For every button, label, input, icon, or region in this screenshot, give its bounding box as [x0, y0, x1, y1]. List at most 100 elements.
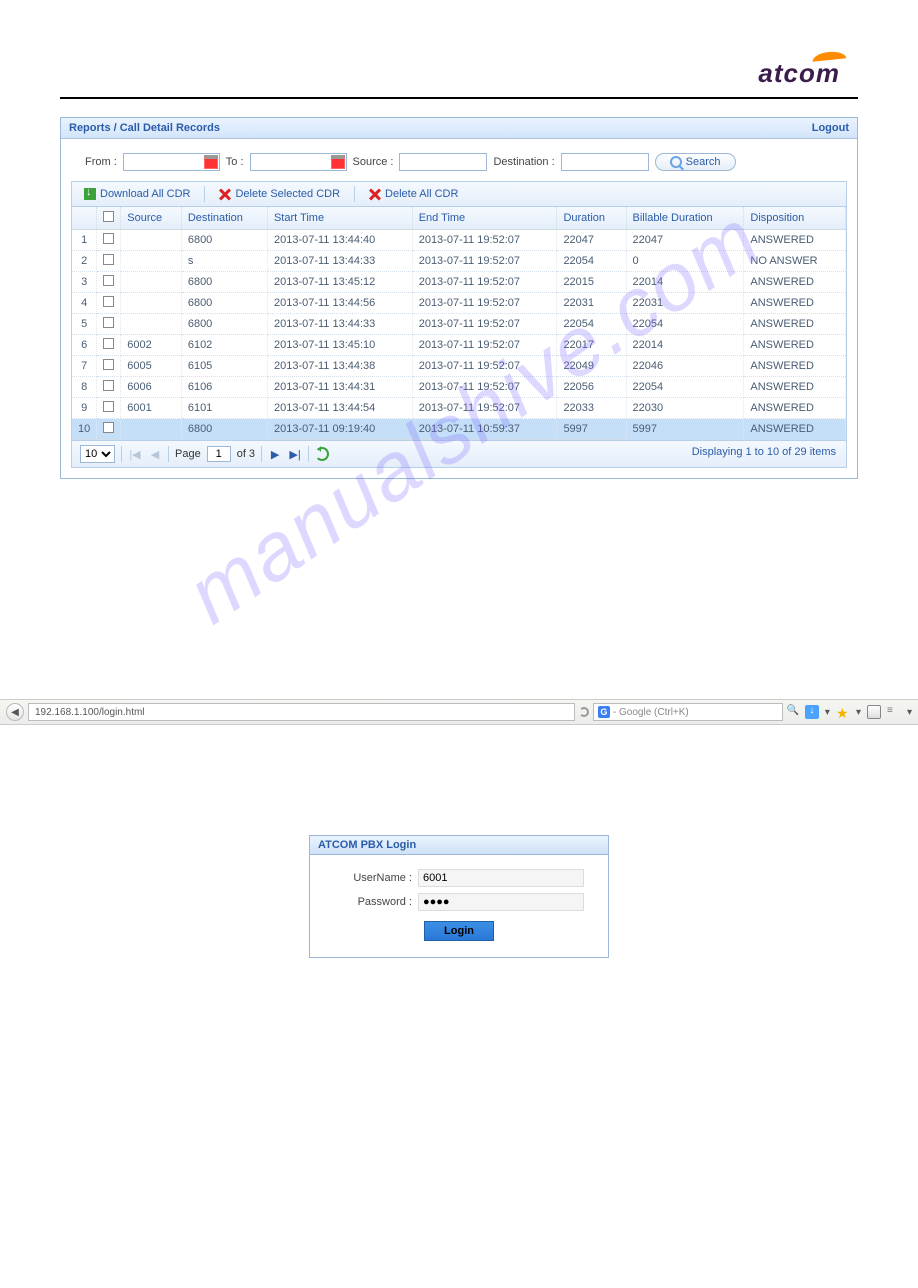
- browser-url-bar[interactable]: 192.168.1.100/login.html: [28, 703, 575, 721]
- table-row[interactable]: 168002013-07-11 13:44:402013-07-11 19:52…: [72, 230, 846, 251]
- delete-icon: [369, 188, 381, 200]
- cell-disposition: ANSWERED: [744, 272, 846, 293]
- row-checkbox[interactable]: [103, 317, 114, 328]
- login-panel: ATCOM PBX Login UserName : Password : Lo…: [309, 835, 609, 958]
- cell-duration: 5997: [557, 419, 626, 440]
- breadcrumb-root[interactable]: Reports: [69, 122, 111, 134]
- home-icon[interactable]: [867, 705, 881, 719]
- cdr-panel: Reports / Call Detail Records Logout Fro…: [60, 117, 858, 479]
- first-page-button[interactable]: |◀: [128, 447, 142, 461]
- table-row[interactable]: 9600161012013-07-11 13:44:542013-07-11 1…: [72, 398, 846, 419]
- row-checkbox[interactable]: [103, 380, 114, 391]
- row-checkbox-cell: [97, 314, 121, 335]
- row-index: 10: [72, 419, 97, 440]
- row-index: 6: [72, 335, 97, 356]
- bookmark-icon[interactable]: ★: [836, 705, 850, 719]
- prev-page-button[interactable]: ◀: [148, 447, 162, 461]
- col-start-time[interactable]: Start Time: [267, 207, 412, 230]
- row-checkbox-cell: [97, 293, 121, 314]
- row-index: 2: [72, 251, 97, 272]
- page-size-select[interactable]: 10: [80, 445, 115, 463]
- cell-end-time: 2013-07-11 19:52:07: [412, 335, 557, 356]
- row-index: 5: [72, 314, 97, 335]
- reload-icon[interactable]: [579, 707, 589, 717]
- search-button[interactable]: Search: [655, 153, 736, 171]
- table-row[interactable]: 568002013-07-11 13:44:332013-07-11 19:52…: [72, 314, 846, 335]
- row-checkbox[interactable]: [103, 338, 114, 349]
- col-billable-duration[interactable]: Billable Duration: [626, 207, 744, 230]
- search-button-label: Search: [686, 156, 721, 168]
- col-duration[interactable]: Duration: [557, 207, 626, 230]
- delete-all-button[interactable]: Delete All CDR: [365, 186, 462, 202]
- cell-destination: 6800: [181, 230, 267, 251]
- from-input[interactable]: [124, 154, 204, 170]
- row-checkbox[interactable]: [103, 275, 114, 286]
- cell-billable: 0: [626, 251, 744, 272]
- source-input[interactable]: [400, 154, 486, 170]
- row-checkbox[interactable]: [103, 359, 114, 370]
- row-index: 9: [72, 398, 97, 419]
- row-checkbox[interactable]: [103, 296, 114, 307]
- browser-right-icons: ↓ ▾ ★ ▾ ≡ ▾: [805, 705, 912, 719]
- username-input[interactable]: [418, 869, 584, 887]
- table-row[interactable]: 2s2013-07-11 13:44:332013-07-11 19:52:07…: [72, 251, 846, 272]
- table-row[interactable]: 368002013-07-11 13:45:122013-07-11 19:52…: [72, 272, 846, 293]
- pager-status-text: Displaying 1 to 10 of 29 items: [692, 446, 836, 458]
- header-row: Source Destination Start Time End Time D…: [72, 207, 846, 230]
- row-checkbox-cell: [97, 377, 121, 398]
- toolbar-separator: [204, 186, 205, 202]
- cell-disposition: ANSWERED: [744, 230, 846, 251]
- cell-source: 6001: [121, 398, 182, 419]
- refresh-icon[interactable]: [315, 447, 329, 461]
- downloads-icon[interactable]: ↓: [805, 705, 819, 719]
- row-checkbox-cell: [97, 356, 121, 377]
- last-page-button[interactable]: ▶|: [288, 447, 302, 461]
- google-icon: G: [598, 706, 610, 718]
- row-checkbox[interactable]: [103, 233, 114, 244]
- row-index: 8: [72, 377, 97, 398]
- col-end-time[interactable]: End Time: [412, 207, 557, 230]
- brand-swoosh: [812, 50, 847, 62]
- col-source[interactable]: Source: [121, 207, 182, 230]
- select-all-checkbox[interactable]: [103, 211, 114, 222]
- download-all-button[interactable]: Download All CDR: [80, 186, 194, 202]
- password-input[interactable]: [418, 893, 584, 911]
- cell-end-time: 2013-07-11 19:52:07: [412, 398, 557, 419]
- page-number-input[interactable]: [207, 446, 231, 462]
- menu-icon[interactable]: ≡: [887, 705, 901, 719]
- brand-text: atcom: [758, 58, 840, 88]
- login-area: ATCOM PBX Login UserName : Password : Lo…: [309, 835, 609, 958]
- to-input[interactable]: [251, 154, 331, 170]
- delete-selected-button[interactable]: Delete Selected CDR: [215, 186, 344, 202]
- cell-destination: 6800: [181, 272, 267, 293]
- cell-end-time: 2013-07-11 19:52:07: [412, 293, 557, 314]
- table-row[interactable]: 468002013-07-11 13:44:562013-07-11 19:52…: [72, 293, 846, 314]
- cell-start-time: 2013-07-11 13:44:38: [267, 356, 412, 377]
- row-checkbox-cell: [97, 398, 121, 419]
- col-destination[interactable]: Destination: [181, 207, 267, 230]
- row-checkbox[interactable]: [103, 254, 114, 265]
- table-row[interactable]: 1068002013-07-11 09:19:402013-07-11 10:5…: [72, 419, 846, 440]
- cell-duration: 22017: [557, 335, 626, 356]
- cell-start-time: 2013-07-11 13:44:54: [267, 398, 412, 419]
- calendar-icon[interactable]: [204, 155, 218, 169]
- username-row: UserName :: [334, 869, 584, 887]
- next-page-button[interactable]: ▶: [268, 447, 282, 461]
- cell-source: 6005: [121, 356, 182, 377]
- table-row[interactable]: 8600661062013-07-11 13:44:312013-07-11 1…: [72, 377, 846, 398]
- from-label: From :: [85, 156, 117, 168]
- cell-start-time: 2013-07-11 13:45:10: [267, 335, 412, 356]
- calendar-icon[interactable]: [331, 155, 345, 169]
- destination-input[interactable]: [562, 154, 648, 170]
- logout-link[interactable]: Logout: [812, 122, 849, 134]
- row-checkbox[interactable]: [103, 401, 114, 412]
- cell-billable: 22047: [626, 230, 744, 251]
- table-row[interactable]: 7600561052013-07-11 13:44:382013-07-11 1…: [72, 356, 846, 377]
- login-button[interactable]: Login: [424, 921, 494, 941]
- search-go-icon[interactable]: 🔍: [787, 705, 801, 719]
- row-checkbox[interactable]: [103, 422, 114, 433]
- browser-back-button[interactable]: ◀: [6, 703, 24, 721]
- browser-search-bar[interactable]: G - Google (Ctrl+K): [593, 703, 783, 721]
- table-row[interactable]: 6600261022013-07-11 13:45:102013-07-11 1…: [72, 335, 846, 356]
- col-disposition[interactable]: Disposition: [744, 207, 846, 230]
